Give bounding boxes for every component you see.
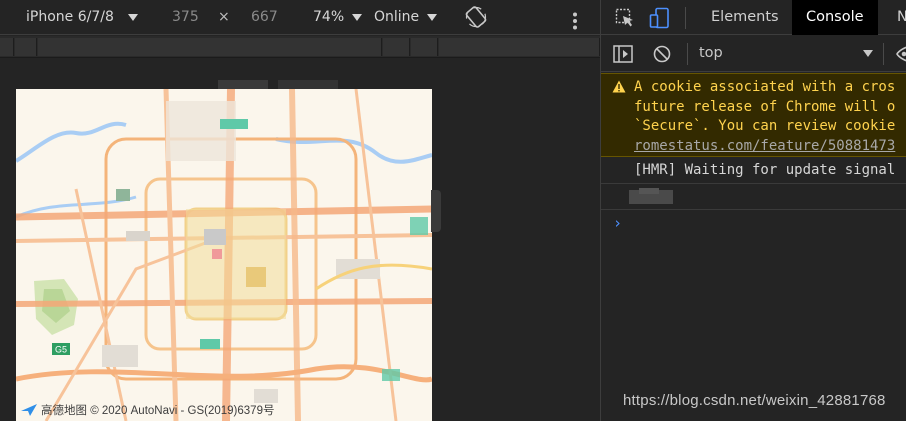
sidebar-toggle-icon[interactable]	[613, 45, 633, 67]
console-prompt[interactable]: ›	[613, 214, 622, 232]
more-vertical-icon[interactable]	[571, 9, 579, 30]
chevron-down-icon	[352, 13, 363, 21]
tab-network[interactable]: N	[883, 0, 906, 35]
redacted-blur	[629, 188, 673, 204]
map-attribution: 高德地图 © 2020 AutoNavi - GS(2019)6379号	[20, 402, 274, 418]
device-select[interactable]: iPhone 6/7/8	[26, 0, 138, 35]
console-toolbar: top	[601, 36, 906, 72]
inspect-icon[interactable]	[615, 8, 635, 32]
execution-context-select[interactable]: top	[699, 45, 723, 61]
zoom-select-label: 74%	[313, 9, 345, 25]
chevron-down-icon	[427, 13, 438, 21]
chevron-down-icon	[127, 13, 138, 21]
eye-icon[interactable]	[895, 46, 906, 66]
dimension-separator: ×	[218, 9, 230, 25]
device-toolbar: iPhone 6/7/8 375 × 667 74% Online	[0, 0, 600, 35]
network-select-label: Online	[374, 9, 420, 25]
amap-logo-icon	[21, 404, 37, 416]
warning-line: future release of Chrome will o	[634, 98, 896, 115]
device-toggle-icon[interactable]	[649, 7, 671, 33]
devtools-panel: Elements Console N top A cookie associat…	[600, 0, 906, 421]
zoom-select[interactable]: 74%	[313, 0, 363, 35]
console-warning-message[interactable]: A cookie associated with a cros future r…	[601, 73, 906, 157]
clear-console-icon[interactable]	[653, 45, 671, 67]
map-canvas[interactable]: G5	[16, 89, 432, 421]
device-viewport[interactable]: G5 高德地图 © 2020 AutoNavi - GS(2019)6379号	[16, 89, 432, 421]
width-input[interactable]: 375	[172, 0, 199, 35]
devtools-window: iPhone 6/7/8 375 × 667 74% Online G5 高德地…	[0, 0, 906, 421]
chevron-down-icon[interactable]	[863, 50, 873, 57]
toolbar-divider	[883, 43, 884, 65]
tab-console[interactable]: Console	[792, 0, 878, 35]
attribution-text: 高德地图 © 2020 AutoNavi - GS(2019)6379号	[41, 405, 275, 417]
devtools-tabbar: Elements Console N	[601, 0, 906, 35]
viewport-resize-handle[interactable]	[431, 190, 441, 232]
highway-shield-label: G5	[55, 345, 67, 355]
toolbar-divider	[687, 43, 688, 65]
warning-line: `Secure`. You can review cookie	[634, 118, 896, 134]
warning-icon	[612, 80, 626, 93]
tab-elements[interactable]: Elements	[697, 0, 793, 35]
console-log-message[interactable]: [HMR] Waiting for update signal	[601, 158, 906, 184]
rotate-icon[interactable]	[465, 6, 487, 28]
device-select-label: iPhone 6/7/8	[26, 9, 114, 25]
tab-divider	[685, 7, 686, 29]
warning-link[interactable]: romestatus.com/feature/50881473	[634, 137, 906, 157]
watermark-text: https://blog.csdn.net/weixin_42881768	[623, 392, 886, 409]
network-throttle-select[interactable]: Online	[374, 0, 438, 35]
media-query-ruler[interactable]	[0, 36, 600, 58]
height-input[interactable]: 667	[251, 0, 278, 35]
warning-line: A cookie associated with a cros	[634, 79, 896, 95]
device-emulation-pane: iPhone 6/7/8 375 × 667 74% Online G5 高德地…	[0, 0, 600, 421]
console-log-message-redacted	[601, 184, 906, 210]
